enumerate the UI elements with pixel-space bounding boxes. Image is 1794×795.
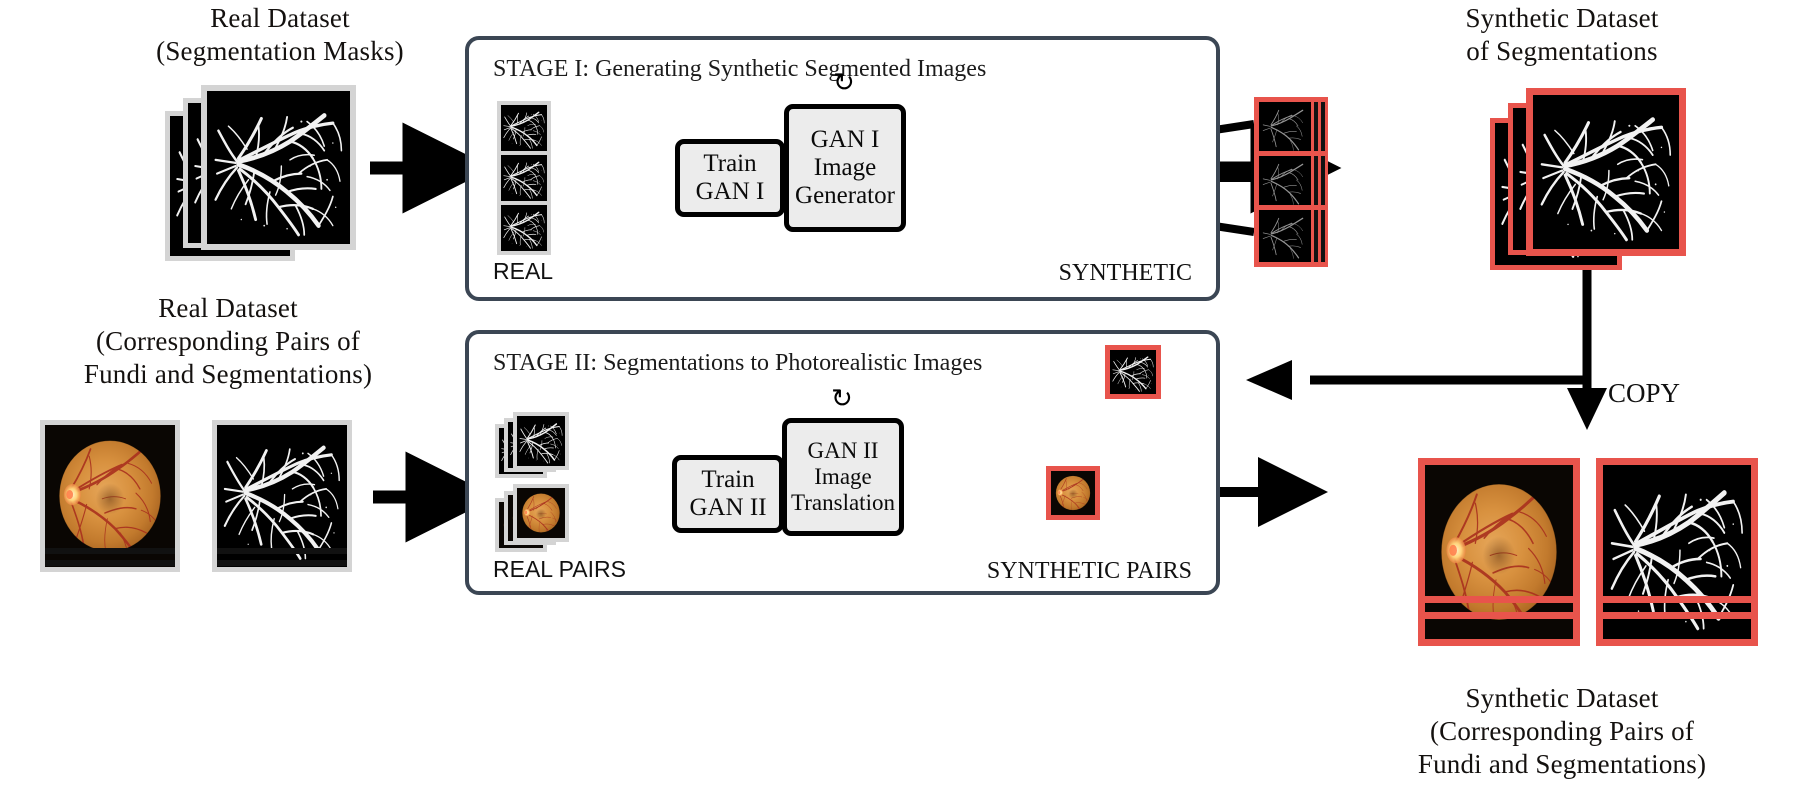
stage-2-right-label: SYNTHETIC PAIRS bbox=[986, 558, 1192, 584]
stage1-output-thumb-2 bbox=[1254, 151, 1328, 213]
train-gan-2-line-1: Train bbox=[701, 466, 755, 493]
gan-2-line-2: Image bbox=[814, 464, 872, 490]
copy-label: COPY bbox=[1608, 378, 1681, 408]
copy-edges bbox=[1310, 262, 1592, 404]
stage-1-left-label: REAL bbox=[493, 258, 554, 284]
gan-1-line-2: Image bbox=[813, 154, 877, 181]
gan-2-line-1: GAN II bbox=[807, 438, 879, 464]
train-gan-1-box[interactable]: Train GAN I bbox=[675, 139, 785, 217]
real-pair-fundus bbox=[40, 420, 180, 572]
gan-1-line-1: GAN I bbox=[810, 126, 880, 153]
stage1-input-thumb-1 bbox=[497, 101, 551, 155]
recycle-icon-stage2: ↻ bbox=[831, 384, 853, 414]
gan-2-line-3: Translation bbox=[791, 489, 895, 515]
caption-synthetic-pairs: Synthetic Dataset (Corresponding Pairs o… bbox=[1417, 683, 1707, 779]
real-mask-thumb-1 bbox=[201, 85, 356, 250]
stage-2-title: STAGE II: Segmentations to Photorealisti… bbox=[493, 350, 983, 376]
caption-real-dataset-pairs: Real Dataset (Corresponding Pairs of Fun… bbox=[83, 293, 373, 389]
stage2-feedback-seg-thumb bbox=[1105, 345, 1161, 399]
synthetic-pair-fundus bbox=[1418, 458, 1580, 646]
train-gan-2-line-2: GAN II bbox=[689, 494, 767, 521]
stage1-input-thumb-2 bbox=[497, 151, 551, 205]
stage-1-title: STAGE I: Generating Synthetic Segmented … bbox=[493, 56, 987, 82]
train-gan-1-line-1: Train bbox=[703, 150, 757, 177]
caption-real-dataset-masks: Real Dataset (Segmentation Masks) bbox=[156, 3, 404, 66]
stage2-output-fundus-thumb bbox=[1046, 466, 1100, 520]
recycle-icon-stage1: ↻ bbox=[833, 68, 855, 98]
gan-1-generator-box[interactable]: GAN I Image Generator bbox=[784, 104, 906, 232]
stage1-output-thumb-1 bbox=[1254, 97, 1328, 159]
stage-2-left-label: REAL PAIRS bbox=[493, 556, 626, 582]
train-gan-1-line-2: GAN I bbox=[695, 178, 765, 205]
synth-seg-thumb-1 bbox=[1526, 88, 1686, 256]
copy-down-arrowhead bbox=[1567, 388, 1607, 430]
synthetic-pair-mask bbox=[1596, 458, 1758, 646]
copy-left-arrowhead bbox=[1246, 360, 1292, 400]
real-pair-mask bbox=[212, 420, 352, 572]
stage1-output-thumb-3 bbox=[1254, 205, 1328, 267]
stage-1-right-label: SYNTHETIC bbox=[1058, 260, 1192, 286]
gan-2-translation-box[interactable]: GAN II Image Translation bbox=[782, 418, 904, 536]
gan-1-line-3: Generator bbox=[795, 182, 895, 209]
caption-synthetic-segmentations: Synthetic Dataset of Segmentations bbox=[1465, 3, 1659, 66]
stage1-input-thumb-3 bbox=[497, 201, 551, 255]
train-gan-2-box[interactable]: Train GAN II bbox=[672, 455, 784, 533]
